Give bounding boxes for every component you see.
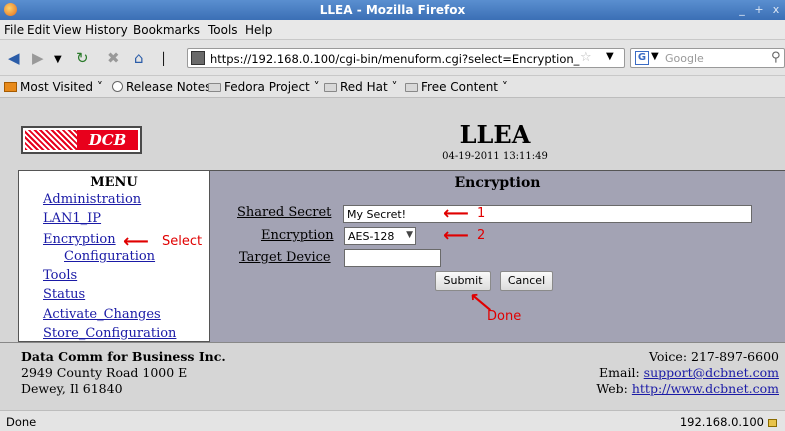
url-text[interactable]: https://192.168.0.100/cgi-bin/menuform.c…	[210, 52, 580, 66]
page-content: DCB LLEA 04-19-2011 13:11:49 MENU Admini…	[0, 98, 785, 410]
page-footer: Data Comm for Business Inc. 2949 County …	[0, 342, 785, 410]
menu-link-encryption[interactable]: Encryption	[43, 232, 116, 247]
search-engine-dropdown-icon[interactable]: ▼	[651, 51, 659, 62]
url-dropdown-icon[interactable]: ▼	[606, 51, 614, 62]
encryption-select[interactable]: AES-128 ▼	[344, 227, 416, 245]
search-icon[interactable]: ⚲	[771, 50, 781, 65]
home-icon[interactable]: ⌂	[134, 49, 144, 67]
logo-text: DCB	[77, 130, 138, 150]
menu-view[interactable]: View	[53, 23, 81, 37]
submit-button[interactable]: Submit	[435, 271, 491, 291]
footer-address-2: Dewey, Il 61840	[21, 381, 123, 396]
footer-address-1: 2949 County Road 1000 E	[21, 365, 188, 380]
annotation-arrow-1: ⟵	[443, 203, 469, 224]
dcb-logo: DCB	[21, 126, 142, 154]
history-dropdown-icon[interactable]: ▼	[54, 51, 62, 69]
encryption-label: Encryption	[261, 228, 334, 243]
select-chevron-down-icon: ▼	[406, 230, 413, 240]
bookmark-star-icon[interactable]: ☆	[580, 50, 592, 65]
panel-title: Encryption	[454, 175, 541, 191]
menu-history[interactable]: History	[85, 23, 128, 37]
bookmark-red-hat[interactable]: Red Hat ˅	[324, 80, 398, 94]
logo-pattern	[25, 130, 77, 150]
site-favicon-icon	[191, 51, 205, 65]
encryption-select-value: AES-128	[348, 230, 395, 243]
search-engine-icon[interactable]: G	[635, 51, 649, 65]
reload-icon[interactable]: ↻	[76, 49, 89, 67]
window-titlebar: LLEA - Mozilla Firefox _ + x	[0, 0, 785, 20]
menu-edit[interactable]: Edit	[27, 23, 50, 37]
most-visited-icon	[4, 82, 17, 92]
status-host: 192.168.0.100	[680, 415, 777, 429]
menu-file[interactable]: File	[4, 23, 24, 37]
cancel-button[interactable]: Cancel	[500, 271, 553, 291]
menubar: File Edit View History Bookmarks Tools H…	[0, 20, 785, 40]
annotation-2: 2	[477, 228, 486, 243]
lock-icon[interactable]	[768, 419, 777, 427]
target-device-input[interactable]	[344, 249, 441, 267]
navigation-toolbar: ◀ ▶ ▼ ↻ ✖ ⌂ │ https://192.168.0.100/cgi-…	[0, 40, 785, 76]
menu-link-store-configuration[interactable]: Store_Configuration	[43, 326, 176, 341]
bookmark-fedora-project[interactable]: Fedora Project ˅	[208, 80, 320, 94]
stop-icon[interactable]: ✖	[107, 49, 120, 67]
toolbar-separator-icon: │	[160, 52, 168, 66]
footer-web: Web: http://www.dcbnet.com	[596, 381, 779, 396]
forward-icon[interactable]: ▶	[32, 49, 44, 67]
minimize-button[interactable]: _	[735, 3, 749, 17]
annotation-done: Done	[487, 309, 522, 324]
footer-email-link[interactable]: support@dcbnet.com	[644, 365, 779, 380]
shared-secret-label: Shared Secret	[237, 205, 332, 220]
bookmark-free-content[interactable]: Free Content ˅	[405, 80, 508, 94]
encryption-panel: Encryption Shared Secret My Secret! ⟵ 1 …	[210, 170, 785, 342]
menu-help[interactable]: Help	[245, 23, 272, 37]
bookmark-release-notes[interactable]: Release Notes	[112, 80, 211, 94]
maximize-button[interactable]: +	[752, 3, 766, 17]
footer-email: Email: support@dcbnet.com	[599, 365, 779, 380]
annotation-select: Select	[162, 234, 203, 249]
menu-link-administration[interactable]: Administration	[43, 192, 141, 207]
footer-voice: Voice: 217-897-6600	[649, 349, 779, 364]
annotation-1: 1	[477, 206, 486, 221]
search-placeholder[interactable]: Google	[665, 52, 704, 65]
bookmarks-toolbar: Most Visited ˅ Release Notes Fedora Proj…	[0, 76, 785, 98]
window-title: LLEA - Mozilla Firefox	[319, 3, 466, 17]
bookmark-most-visited[interactable]: Most Visited ˅	[4, 80, 103, 94]
folder-icon	[405, 83, 418, 92]
side-menu: MENU Administration LAN1_IP Encryption C…	[18, 170, 210, 342]
release-notes-icon	[112, 81, 123, 92]
search-box[interactable]: G ▼ Google ⚲	[630, 48, 785, 68]
menu-heading: MENU	[90, 175, 138, 190]
url-bar[interactable]: https://192.168.0.100/cgi-bin/menuform.c…	[187, 48, 625, 68]
menu-link-status[interactable]: Status	[43, 287, 85, 302]
folder-icon	[324, 83, 337, 92]
menu-bookmarks[interactable]: Bookmarks	[133, 23, 200, 37]
back-icon[interactable]: ◀	[8, 49, 20, 67]
page-datetime: 04-19-2011 13:11:49	[442, 151, 548, 162]
shared-secret-input[interactable]: My Secret!	[343, 205, 752, 223]
status-bar: Done 192.168.0.100	[0, 410, 785, 431]
footer-web-link[interactable]: http://www.dcbnet.com	[632, 381, 779, 396]
menu-link-activate-changes[interactable]: Activate_Changes	[43, 307, 161, 322]
folder-icon	[208, 83, 221, 92]
target-device-label: Target Device	[239, 250, 331, 265]
page-title: LLEA	[459, 120, 531, 149]
close-button[interactable]: x	[769, 3, 783, 17]
footer-company: Data Comm for Business Inc.	[21, 349, 226, 364]
menu-link-lan1-ip[interactable]: LAN1_IP	[43, 211, 101, 226]
annotation-arrow-select: ⟵	[123, 231, 149, 252]
status-text: Done	[6, 415, 37, 429]
menu-link-tools[interactable]: Tools	[43, 268, 77, 283]
menu-tools[interactable]: Tools	[208, 23, 238, 37]
annotation-arrow-2: ⟵	[443, 225, 469, 246]
